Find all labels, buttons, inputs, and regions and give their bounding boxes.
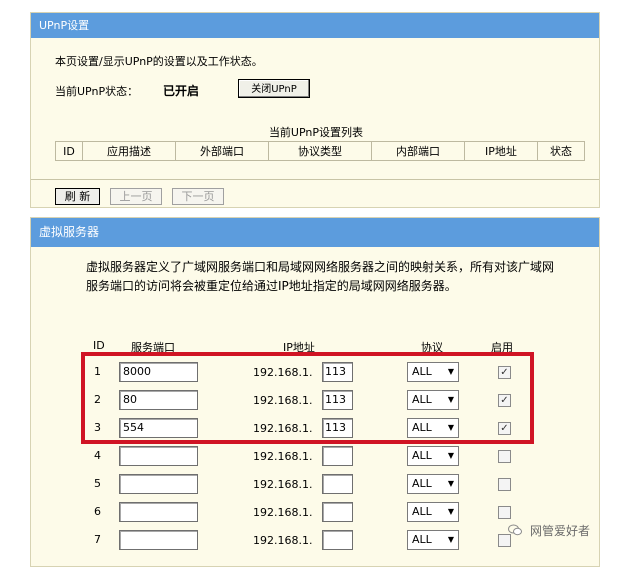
row-id: 7: [94, 533, 101, 546]
enable-checkbox[interactable]: [498, 478, 511, 491]
upnp-col-app-desc: 应用描述: [82, 141, 176, 161]
protocol-select[interactable]: ALL ▼: [407, 362, 459, 382]
row-id: 1: [94, 365, 101, 378]
chevron-down-icon: ▼: [447, 423, 454, 432]
protocol-value: ALL: [412, 393, 432, 406]
ip-last-octet-input[interactable]: 113: [322, 362, 353, 382]
protocol-select[interactable]: ALL ▼: [407, 446, 459, 466]
service-port-input[interactable]: 554: [119, 418, 198, 438]
ip-last-octet-input[interactable]: [322, 446, 353, 466]
enable-checkbox[interactable]: ✓: [498, 394, 511, 407]
upnp-status-value: 已开启: [163, 84, 200, 98]
enable-checkbox[interactable]: ✓: [498, 366, 511, 379]
protocol-value: ALL: [412, 505, 432, 518]
table-row: 1 8000 192.168.1. 113 ALL ▼ ✓: [31, 362, 601, 384]
row-id: 6: [94, 505, 101, 518]
service-port-input[interactable]: [119, 502, 198, 522]
upnp-col-id: ID: [55, 141, 83, 161]
service-port-input[interactable]: 80: [119, 390, 198, 410]
virtual-server-panel: 虚拟服务器 虚拟服务器定义了广域网服务端口和局域网网络服务器之间的映射关系，所有…: [30, 217, 600, 567]
watermark-text: 网管爱好者: [530, 524, 591, 538]
table-row: 2 80 192.168.1. 113 ALL ▼ ✓: [31, 390, 601, 412]
protocol-value: ALL: [412, 449, 432, 462]
protocol-value: ALL: [412, 477, 432, 490]
protocol-select[interactable]: ALL ▼: [407, 418, 459, 438]
disable-upnp-button[interactable]: 关闭UPnP: [238, 79, 310, 98]
ip-prefix: 192.168.1.: [253, 422, 313, 435]
upnp-col-ip-address: IP地址: [464, 141, 538, 161]
chevron-down-icon: ▼: [447, 451, 454, 460]
col-protocol: 协议: [421, 341, 443, 354]
upnp-col-protocol-type: 协议类型: [268, 141, 372, 161]
refresh-button[interactable]: 刷 新: [55, 188, 100, 205]
service-port-input[interactable]: 8000: [119, 362, 198, 382]
enable-checkbox[interactable]: ✓: [498, 422, 511, 435]
table-row: 5 192.168.1. ALL ▼: [31, 474, 601, 496]
ip-last-octet-input[interactable]: [322, 530, 353, 550]
ip-last-octet-input[interactable]: 113: [322, 418, 353, 438]
table-row: 6 192.168.1. ALL ▼: [31, 502, 601, 524]
ip-prefix: 192.168.1.: [253, 506, 313, 519]
chevron-down-icon: ▼: [447, 479, 454, 488]
enable-checkbox[interactable]: [498, 506, 511, 519]
chevron-down-icon: ▼: [447, 395, 454, 404]
protocol-value: ALL: [412, 421, 432, 434]
wechat-icon: [508, 524, 522, 536]
upnp-table: ID 应用描述 外部端口 协议类型 内部端口 IP地址 状态: [55, 141, 585, 161]
service-port-input[interactable]: [119, 446, 198, 466]
ip-prefix: 192.168.1.: [253, 478, 313, 491]
service-port-input[interactable]: [119, 530, 198, 550]
protocol-select[interactable]: ALL ▼: [407, 530, 459, 550]
row-id: 4: [94, 449, 101, 462]
col-ip-address: IP地址: [283, 341, 315, 354]
divider: [31, 179, 599, 180]
row-id: 3: [94, 421, 101, 434]
ip-prefix: 192.168.1.: [253, 534, 313, 547]
table-row: 3 554 192.168.1. 113 ALL ▼ ✓: [31, 418, 601, 440]
virtual-server-description: 虚拟服务器定义了广域网服务端口和局域网网络服务器之间的映射关系，所有对该广域网服…: [86, 260, 555, 293]
row-id: 2: [94, 393, 101, 406]
chevron-down-icon: ▼: [447, 535, 454, 544]
upnp-col-internal-port: 内部端口: [371, 141, 465, 161]
ip-last-octet-input[interactable]: [322, 502, 353, 522]
row-id: 5: [94, 477, 101, 490]
upnp-panel: UPnP设置 本页设置/显示UPnP的设置以及工作状态。 当前UPnP状态： 已…: [30, 12, 600, 208]
upnp-list-title: 当前UPnP设置列表: [268, 126, 364, 139]
upnp-status-label: 当前UPnP状态：: [55, 85, 139, 98]
col-id: ID: [93, 339, 105, 352]
chevron-down-icon: ▼: [447, 367, 454, 376]
upnp-col-external-port: 外部端口: [175, 141, 269, 161]
ip-last-octet-input[interactable]: [322, 474, 353, 494]
ip-prefix: 192.168.1.: [253, 450, 313, 463]
table-row: 4 192.168.1. ALL ▼: [31, 446, 601, 468]
ip-prefix: 192.168.1.: [253, 394, 313, 407]
protocol-select[interactable]: ALL ▼: [407, 502, 459, 522]
service-port-input[interactable]: [119, 474, 198, 494]
upnp-col-status: 状态: [537, 141, 585, 161]
virtual-server-title: 虚拟服务器: [31, 218, 599, 247]
next-page-button[interactable]: 下一页: [172, 188, 224, 205]
ip-last-octet-input[interactable]: 113: [322, 390, 353, 410]
col-service-port: 服务端口: [131, 341, 175, 354]
prev-page-button[interactable]: 上一页: [110, 188, 162, 205]
col-enabled: 启用: [491, 341, 513, 354]
ip-prefix: 192.168.1.: [253, 366, 313, 379]
protocol-value: ALL: [412, 365, 432, 378]
protocol-value: ALL: [412, 533, 432, 546]
upnp-panel-title: UPnP设置: [31, 13, 599, 38]
chevron-down-icon: ▼: [447, 507, 454, 516]
upnp-description: 本页设置/显示UPnP的设置以及工作状态。: [55, 55, 263, 68]
enable-checkbox[interactable]: [498, 450, 511, 463]
protocol-select[interactable]: ALL ▼: [407, 474, 459, 494]
protocol-select[interactable]: ALL ▼: [407, 390, 459, 410]
upnp-table-header: ID 应用描述 外部端口 协议类型 内部端口 IP地址 状态: [55, 141, 585, 161]
